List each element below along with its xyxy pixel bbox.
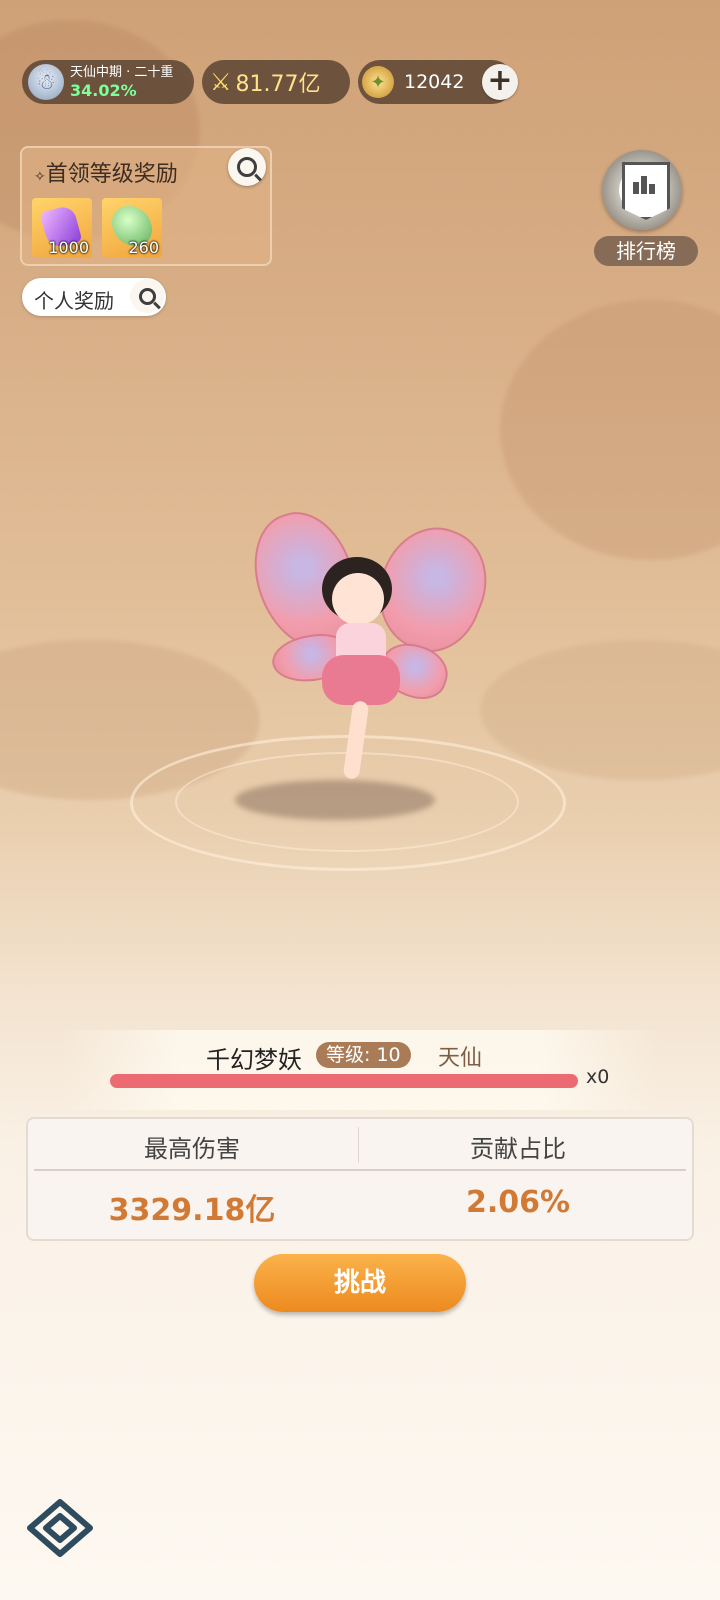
- player-avatar-icon: ☃: [28, 64, 64, 100]
- boss-name: 千幻梦妖: [206, 1046, 302, 1074]
- boss-reward-search-button[interactable]: [228, 148, 266, 186]
- search-icon: [138, 287, 156, 305]
- realm-status[interactable]: ☃ 天仙中期 · 二十重 34.02%: [22, 60, 194, 104]
- podium-icon: [633, 176, 655, 194]
- search-icon: [237, 157, 257, 177]
- boss-level-reward-panel: ✧首领等级奖励 1000 260: [20, 146, 272, 266]
- currency-amount: 12042: [404, 71, 465, 93]
- stats-divider: [358, 1127, 359, 1163]
- personal-reward-button[interactable]: 个人奖励: [22, 278, 166, 316]
- max-damage-label: 最高伤害: [144, 1135, 240, 1163]
- reward-item[interactable]: 260: [102, 198, 162, 258]
- background-rock: [500, 300, 720, 560]
- reward-item-quantity: 260: [128, 238, 159, 257]
- reward-item[interactable]: 1000: [32, 198, 92, 258]
- reward-panel-title: ✧首领等级奖励: [34, 156, 178, 188]
- reward-item-quantity: 1000: [48, 238, 89, 257]
- contribution-label: 贡献占比: [470, 1135, 566, 1163]
- personal-reward-label: 个人奖励: [34, 289, 114, 313]
- max-damage-value: 3329.18亿: [108, 1193, 276, 1228]
- currency: ✦ 12042 +: [358, 60, 518, 104]
- boss-hp-bar: [110, 1074, 578, 1088]
- stats-divider: [34, 1169, 686, 1171]
- damage-stats-panel: 最高伤害 贡献占比 3329.18亿 2.06%: [26, 1117, 694, 1241]
- boss-skirt: [322, 655, 400, 705]
- contribution-value: 2.06%: [465, 1185, 571, 1220]
- boss-face: [332, 573, 384, 625]
- boss-info-panel: 千幻梦妖 等级: 10 天仙 x0: [60, 1030, 660, 1110]
- combat-power: ⚔ 81.77亿: [202, 60, 350, 104]
- sparkle-icon: ✧: [34, 169, 46, 185]
- add-currency-button[interactable]: +: [482, 64, 518, 100]
- ranking-label: 排行榜: [594, 236, 698, 266]
- challenge-button[interactable]: 挑战: [254, 1254, 466, 1312]
- game-menu-icon[interactable]: [24, 1498, 96, 1558]
- boss-legs: [342, 700, 370, 780]
- reward-panel-title-text: 首领等级奖励: [45, 162, 178, 187]
- combat-power-value: 81.77亿: [235, 72, 321, 97]
- boss-hp-multiplier: x0: [586, 1066, 610, 1088]
- realm-name: 天仙中期 · 二十重: [70, 65, 174, 80]
- personal-reward-search-button[interactable]: [130, 279, 164, 313]
- boss-character[interactable]: [238, 499, 504, 825]
- crossed-swords-icon: ⚔: [210, 68, 232, 96]
- top-resource-bar: ☃ 天仙中期 · 二十重 34.02% ⚔ 81.77亿 ✦ 12042 +: [22, 60, 518, 106]
- jade-coin-icon: ✦: [362, 66, 394, 98]
- boss-realm: 天仙: [438, 1046, 483, 1071]
- realm-progress: 34.02%: [70, 81, 137, 100]
- ranking-button[interactable]: 排行榜: [588, 150, 698, 266]
- boss-level-badge: 等级: 10: [316, 1042, 411, 1068]
